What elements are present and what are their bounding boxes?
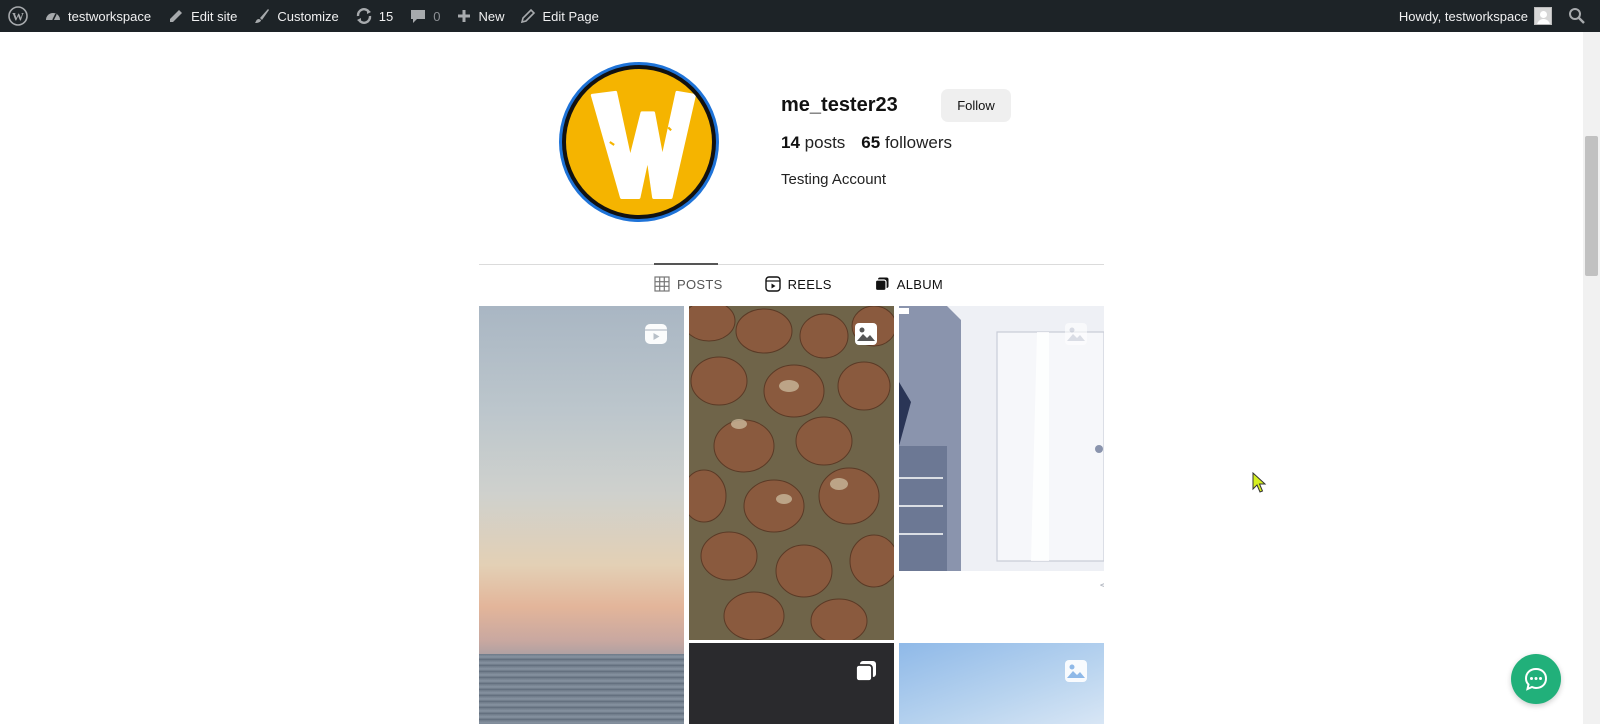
followers-stat[interactable]: 65 followers (861, 133, 952, 153)
reel-icon (645, 324, 667, 344)
plus-icon (458, 10, 471, 22)
grid-icon (654, 276, 670, 292)
new-label: New (478, 8, 505, 24)
followers-count: 65 (861, 133, 881, 152)
chat-icon (1524, 667, 1548, 691)
grid-post-image-sky[interactable] (899, 643, 1104, 724)
comments-count: 0 (433, 8, 441, 24)
chat-button[interactable] (1511, 654, 1561, 704)
tabs-divider (479, 264, 1104, 265)
profile-username: me_tester23 (781, 94, 898, 116)
image-icon (1065, 660, 1087, 682)
profile-tabs: POSTS REELS ALBUM (654, 276, 943, 292)
grid-post-reel-sunset[interactable] (479, 306, 684, 724)
edit-page-link[interactable]: Edit Page (512, 0, 606, 32)
posts-label: posts (804, 133, 846, 152)
customize-link[interactable]: Customize (245, 0, 346, 32)
mouse-cursor-icon (1252, 472, 1267, 493)
svg-text:W: W (12, 10, 24, 24)
edit-site-icon (170, 10, 183, 22)
grid-post-image-mockup[interactable]: < (899, 306, 1104, 640)
howdy-label: Howdy, testworkspace (1398, 8, 1528, 24)
grid-post-album[interactable] (689, 643, 894, 724)
wordpress-icon: W (8, 6, 28, 26)
customize-label: Customize (277, 8, 339, 24)
updates-count: 15 (378, 8, 394, 24)
follow-button[interactable]: Follow (941, 89, 1011, 122)
grid-post-image-mushrooms[interactable] (689, 306, 894, 640)
comment-icon (411, 10, 426, 23)
edit-site-label: Edit site (191, 8, 238, 24)
search-icon (1569, 8, 1585, 24)
image-icon (1065, 323, 1087, 345)
updates-icon (356, 8, 371, 24)
tab-album[interactable]: ALBUM (874, 276, 943, 292)
site-name-label: testworkspace (68, 8, 152, 24)
reels-icon (764, 276, 781, 292)
user-avatar-icon (1534, 7, 1552, 25)
posts-count: 14 (781, 133, 800, 152)
site-name-link[interactable]: testworkspace (36, 0, 159, 32)
posts-stat[interactable]: 14 posts (781, 133, 845, 153)
tab-reels-label: REELS (787, 276, 832, 292)
edit-page-label: Edit Page (542, 8, 599, 24)
mushrooms-photo (689, 306, 894, 640)
profile-stats: 14 posts 65 followers (781, 133, 952, 153)
svg-text:<: < (1099, 578, 1104, 592)
active-tab-indicator (654, 263, 718, 265)
wordpress-logo-button[interactable]: W (0, 0, 36, 32)
dashboard-icon (46, 13, 60, 21)
tab-posts-label: POSTS (677, 276, 723, 292)
new-content-link[interactable]: New (448, 0, 512, 32)
profile-bio: Testing Account (781, 171, 887, 188)
tab-album-label: ALBUM (896, 276, 944, 292)
updates-link[interactable]: 15 (347, 0, 401, 32)
admin-bar: W testworkspace Edit site Customize 15 0… (0, 0, 1600, 32)
w-logo-icon (590, 90, 696, 199)
edit-site-link[interactable]: Edit site (159, 0, 245, 32)
pencil-icon (521, 8, 536, 24)
image-icon (855, 323, 877, 345)
comments-link[interactable]: 0 (401, 0, 448, 32)
mockup-illustration: < (899, 306, 1104, 640)
my-account-link[interactable]: Howdy, testworkspace (1391, 0, 1560, 32)
tab-posts[interactable]: POSTS (654, 276, 723, 292)
search-button[interactable] (1560, 0, 1600, 32)
profile-avatar (559, 62, 719, 222)
followers-label: followers (884, 133, 953, 152)
page-scrollbar-thumb[interactable] (1585, 136, 1598, 276)
tab-reels[interactable]: REELS (764, 276, 832, 292)
album-icon (874, 277, 889, 292)
brush-icon (255, 9, 270, 23)
album-icon (855, 661, 876, 682)
